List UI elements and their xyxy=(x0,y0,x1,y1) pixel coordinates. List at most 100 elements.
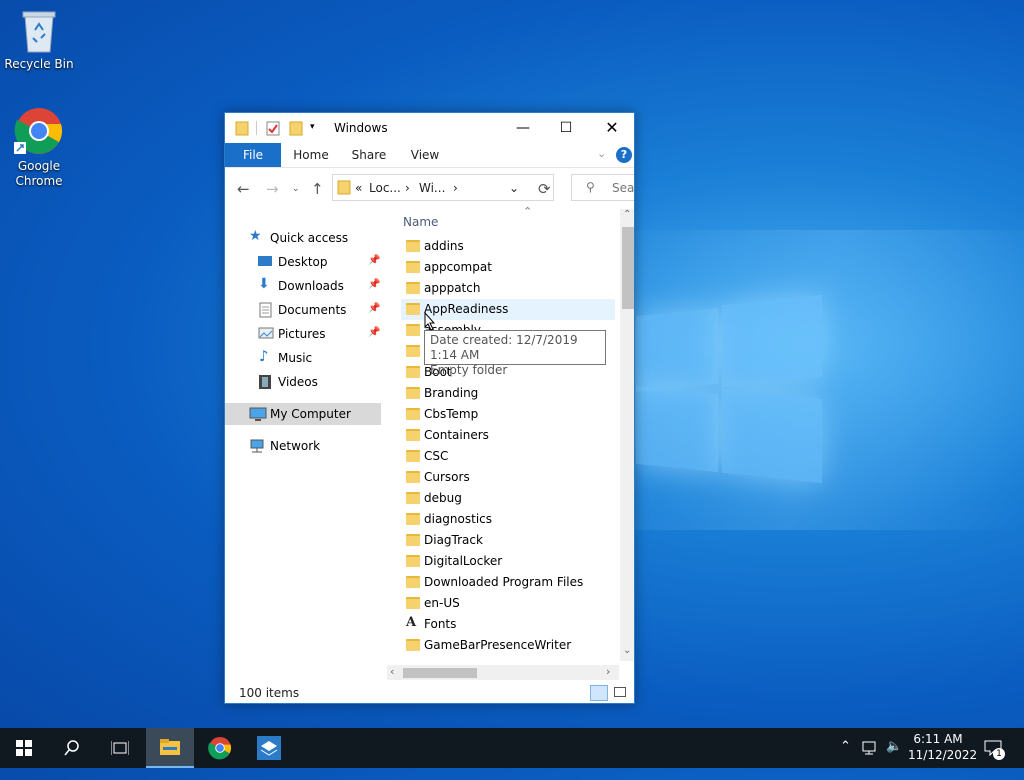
nav-item-music[interactable]: ♪ Music xyxy=(225,347,381,369)
folder-icon xyxy=(406,555,420,567)
list-item[interactable]: A Fonts xyxy=(401,614,615,635)
scroll-right-icon[interactable]: › xyxy=(606,665,610,678)
search-box[interactable]: ⚲ Sear xyxy=(571,174,634,201)
network-icon xyxy=(249,438,265,454)
list-item[interactable]: debug xyxy=(401,488,615,509)
desktop-icon-google-chrome[interactable]: Google Chrome xyxy=(4,106,74,189)
list-item[interactable]: appcompat xyxy=(401,257,615,278)
address-crumb-windows[interactable]: Wi... xyxy=(419,181,445,195)
taskbar-chrome[interactable] xyxy=(196,728,244,768)
properties-icon[interactable] xyxy=(266,120,280,139)
nav-label: Documents xyxy=(278,303,347,317)
scroll-down-icon[interactable]: ⌄ xyxy=(623,645,631,656)
action-center-button[interactable]: 1 xyxy=(982,728,1006,768)
list-item[interactable]: diagnostics xyxy=(401,509,615,530)
tab-share[interactable]: Share xyxy=(345,143,393,167)
list-item[interactable]: Cursors xyxy=(401,467,615,488)
file-explorer-window[interactable]: ▾ Windows — ☐ ✕ File Home Share View ⌄ ?… xyxy=(224,112,635,704)
chevron-right-icon[interactable]: › xyxy=(405,181,410,195)
tooltip-description: Empty folder xyxy=(430,363,508,377)
expand-ribbon-icon[interactable]: ⌄ xyxy=(597,147,606,160)
folder-icon xyxy=(337,179,351,198)
list-item[interactable]: CbsTemp xyxy=(401,404,615,425)
clock[interactable]: 6:11 AM 11/12/2022 xyxy=(908,728,977,768)
folder-icon xyxy=(406,282,420,294)
nav-label: Quick access xyxy=(270,231,349,245)
horizontal-scroll-thumb[interactable] xyxy=(403,668,477,678)
scroll-left-icon[interactable]: ‹ xyxy=(390,665,394,678)
taskbar-file-explorer[interactable] xyxy=(146,728,194,768)
status-bar: 100 items xyxy=(225,681,634,703)
list-item[interactable]: en-US xyxy=(401,593,615,614)
nav-item-videos[interactable]: Videos xyxy=(225,371,381,393)
list-item[interactable]: Branding xyxy=(401,383,615,404)
tab-view[interactable]: View xyxy=(401,143,449,167)
tab-home[interactable]: Home xyxy=(287,143,335,167)
chevron-right-icon[interactable]: › xyxy=(453,181,458,195)
title-bar[interactable]: ▾ Windows — ☐ ✕ xyxy=(225,113,634,143)
start-button[interactable] xyxy=(0,728,48,768)
back-arrow-icon[interactable]: ← xyxy=(237,180,250,198)
list-item[interactable]: addins xyxy=(401,236,615,257)
file-name: Downloaded Program Files xyxy=(424,575,584,589)
nav-item-desktop[interactable]: Desktop 📌 xyxy=(225,251,381,273)
recent-locations-icon[interactable]: ⌄ xyxy=(292,184,300,194)
large-icons-view-icon[interactable] xyxy=(614,687,626,697)
folder-icon xyxy=(406,576,420,588)
list-item[interactable]: GameBarPresenceWriter xyxy=(401,635,615,656)
task-view-button[interactable] xyxy=(96,728,144,768)
list-item[interactable]: apppatch xyxy=(401,278,615,299)
refresh-icon[interactable]: ⟳ xyxy=(538,180,551,198)
desktop-icon-recycle-bin[interactable]: Recycle Bin xyxy=(4,8,74,72)
network-tray-icon[interactable] xyxy=(862,740,880,780)
nav-item-pictures[interactable]: Pictures 📌 xyxy=(225,323,381,345)
column-header-name[interactable]: Name xyxy=(403,215,438,229)
folder-icon xyxy=(406,324,420,336)
folder-icon xyxy=(406,408,420,420)
nav-item-downloads[interactable]: ⬇ Downloads 📌 xyxy=(225,275,381,297)
file-name: appcompat xyxy=(424,260,492,274)
folder-icon xyxy=(406,240,420,252)
nav-item-my-computer[interactable]: My Computer xyxy=(225,403,381,425)
help-icon[interactable]: ? xyxy=(616,147,632,163)
address-bar[interactable]: « Loc... › Wi... › ⌄ xyxy=(332,174,554,201)
nav-item-quick-access[interactable]: ★ Quick access xyxy=(225,227,381,249)
address-overflow[interactable]: « xyxy=(355,181,362,195)
videos-icon xyxy=(258,374,274,390)
show-hidden-icons-icon[interactable]: ⌃ xyxy=(840,739,851,779)
file-name: DigitalLocker xyxy=(424,554,503,568)
list-item[interactable]: CSC xyxy=(401,446,615,467)
address-dropdown-icon[interactable]: ⌄ xyxy=(509,181,519,195)
file-name: debug xyxy=(424,491,462,505)
tooltip-date-created: Date created: 12/7/2019 1:14 AM xyxy=(430,333,578,362)
pictures-icon xyxy=(258,326,274,342)
close-button[interactable]: ✕ xyxy=(589,113,634,143)
maximize-button[interactable]: ☐ xyxy=(543,113,589,143)
list-item[interactable]: Containers xyxy=(401,425,615,446)
list-item[interactable]: DiagTrack xyxy=(401,530,615,551)
scroll-up-icon[interactable]: ⌃ xyxy=(623,209,631,220)
customize-qat-icon[interactable]: ▾ xyxy=(310,122,315,132)
forward-arrow-icon[interactable]: → xyxy=(266,180,279,198)
address-crumb-local-disk[interactable]: Loc... xyxy=(369,181,401,195)
nav-item-network[interactable]: Network xyxy=(225,435,381,457)
search-icon xyxy=(64,740,79,756)
details-view-icon[interactable] xyxy=(590,685,608,701)
list-item[interactable]: DigitalLocker xyxy=(401,551,615,572)
new-folder-icon[interactable] xyxy=(289,120,303,139)
up-arrow-icon[interactable]: ↑ xyxy=(311,180,324,198)
pin-icon: 📌 xyxy=(368,279,381,290)
horizontal-scrollbar[interactable]: ‹ › xyxy=(387,665,619,680)
nav-item-documents[interactable]: Documents 📌 xyxy=(225,299,381,321)
vertical-scroll-thumb[interactable] xyxy=(622,227,634,309)
taskbar-app[interactable] xyxy=(244,728,292,768)
folder-icon xyxy=(406,450,420,462)
folder-icon xyxy=(406,492,420,504)
minimize-button[interactable]: — xyxy=(500,113,546,143)
volume-icon[interactable]: 🔈 xyxy=(886,739,902,779)
tab-file[interactable]: File xyxy=(225,143,281,167)
vertical-scrollbar[interactable]: ⌃ ⌄ xyxy=(620,209,634,661)
list-item[interactable]: Downloaded Program Files xyxy=(401,572,615,593)
folder-icon xyxy=(406,387,420,399)
search-button[interactable] xyxy=(48,728,96,768)
